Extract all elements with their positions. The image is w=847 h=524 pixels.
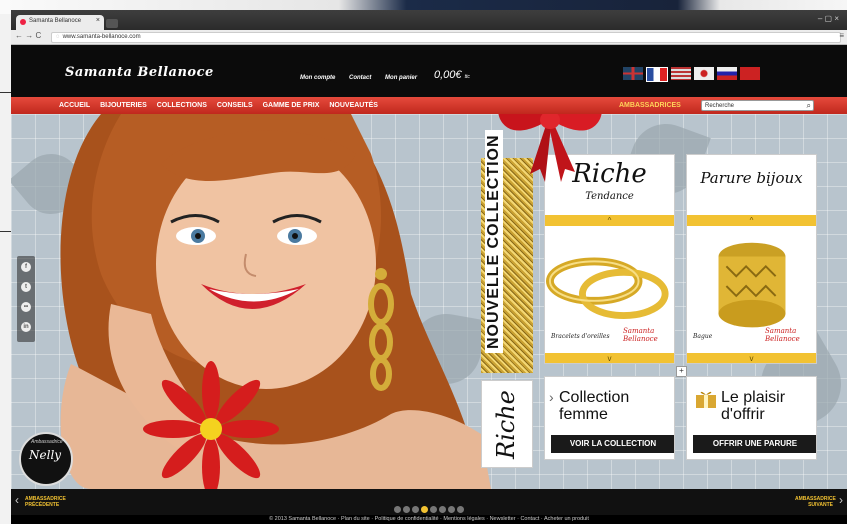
favicon-icon [20, 19, 26, 25]
voir-collection-button[interactable]: VOIR LA COLLECTION [551, 435, 674, 453]
slider-dot[interactable] [403, 506, 410, 513]
address-bar: ← → C ◌ www.samanta-bellanoce.com ≡ [11, 30, 847, 45]
designer-signature: Samanta Bellanoce [765, 327, 800, 343]
card-title: Collection femme [559, 389, 630, 423]
us-flag-icon[interactable] [671, 67, 691, 80]
nav-item-collections[interactable]: COLLECTIONS [157, 102, 207, 109]
nav-item-conseils[interactable]: CONSEILS [217, 102, 253, 109]
page-icon: ◌ [56, 34, 60, 40]
badge-label: Ambassadrice [31, 439, 63, 445]
slider-dot[interactable] [448, 506, 455, 513]
product-caption: Bague [693, 333, 713, 340]
account-links: Mon compte Contact Mon panier [300, 75, 429, 81]
search-placeholder: Recherche [705, 103, 735, 109]
designer-signature: Samanta Bellanoce [623, 327, 658, 343]
uk-flag-icon[interactable] [623, 67, 643, 80]
nav-item-bijouteries[interactable]: BIJOUTERIES [100, 102, 147, 109]
slider-dot[interactable] [412, 506, 419, 513]
next-arrow-icon[interactable]: › [839, 493, 843, 507]
nav-menu: ACCUEIL BIJOUTERIES COLLECTIONS CONSEILS… [59, 102, 386, 109]
card-riche-tendance[interactable]: Riche Tendance ^ Bracelets d'oreilles Sa… [544, 154, 675, 364]
site-header: Samanta Bellanoce Mon compte Contact Mon… [11, 45, 847, 97]
riche-vertical-label: Riche [492, 390, 520, 459]
site-logo[interactable]: Samanta Bellanoce [65, 65, 214, 80]
card-down-arrow[interactable]: v [687, 353, 816, 363]
search-icon[interactable]: ⌕ [807, 101, 811, 111]
jp-flag-icon[interactable] [694, 67, 714, 80]
website: Samanta Bellanoce Mon compte Contact Mon… [11, 45, 847, 515]
ambassador-badge[interactable]: Ambassadrice Nelly [19, 432, 73, 486]
nav-item-gamme-de-prix[interactable]: GAMME DE PRIX [263, 102, 320, 109]
card-down-arrow[interactable]: v [545, 353, 674, 363]
link-mon-panier[interactable]: Mon panier [385, 75, 417, 81]
fr-flag-icon[interactable] [646, 67, 668, 82]
nav-item-ambassadrices[interactable]: AMBASSADRICES [619, 102, 681, 109]
ambassador-slider: ‹ AMBASSADRICE PRÉCÉDENTE AMBASSADRICE S… [11, 489, 847, 515]
gift-icon [696, 391, 716, 408]
browser-window: Samanta Bellanoce × – ▢ × ← → C ◌ www.sam… [11, 10, 847, 524]
new-tab-button[interactable] [106, 19, 118, 28]
product-caption: Bracelets d'oreilles [551, 333, 610, 340]
url-text: www.samanta-bellanoce.com [62, 34, 141, 40]
main-nav: ACCUEIL BIJOUTERIES COLLECTIONS CONSEILS… [11, 97, 847, 114]
tab-close-icon[interactable]: × [96, 17, 100, 24]
slider-dot[interactable] [430, 506, 437, 513]
linkedin-icon[interactable]: in [21, 322, 31, 332]
site-footer[interactable]: © 2013 Samanta Bellanoce · Plan du site … [11, 515, 847, 524]
link-mon-compte[interactable]: Mon compte [300, 75, 335, 81]
nav-item-accueil[interactable]: ACCUEIL [59, 102, 90, 109]
prev-arrow-icon[interactable]: ‹ [15, 493, 19, 507]
card-subtitle: Tendance [585, 191, 634, 202]
card-title: Le plaisir d'offrir [721, 389, 786, 423]
language-flags [623, 67, 763, 85]
card-parure-bijoux[interactable]: Parure bijoux ^ Bague Samanta Bellanoce … [686, 154, 817, 364]
nav-buttons[interactable]: ← → C [15, 31, 41, 40]
search-input[interactable]: Recherche ⌕ [701, 100, 814, 111]
cart-suffix: ttc [464, 74, 470, 80]
twitter-icon[interactable]: t [21, 282, 31, 292]
ru-flag-icon[interactable] [717, 67, 737, 80]
link-contact[interactable]: Contact [349, 75, 371, 81]
model-photo [60, 114, 491, 489]
cart-total[interactable]: 0,00€ ttc [434, 69, 470, 81]
card-up-arrow[interactable]: ^ [545, 215, 674, 226]
offrir-parure-button[interactable]: OFFRIR UNE PARURE [693, 435, 816, 453]
slider-dot[interactable] [439, 506, 446, 513]
cn-flag-icon[interactable] [740, 67, 760, 80]
social-share-bar: f t •• in [17, 256, 35, 342]
cart-amount: 0,00€ [434, 69, 462, 81]
card-plaisir-offrir[interactable]: Le plaisir d'offrir OFFRIR UNE PARURE [686, 376, 817, 460]
slider-dot[interactable] [394, 506, 401, 513]
flickr-icon[interactable]: •• [21, 302, 31, 312]
browser-tab-bar: Samanta Bellanoce × – ▢ × [11, 10, 847, 30]
card-title: Parure bijoux [700, 169, 803, 187]
hero-banner: f t •• in Ambassadrice Nelly NOUVELLE CO… [11, 114, 847, 489]
slider-dots [394, 500, 466, 515]
card-up-arrow[interactable]: ^ [687, 215, 816, 226]
slider-dot[interactable] [457, 506, 464, 513]
red-ribbon-bow [498, 114, 602, 182]
window-controls[interactable]: – ▢ × [818, 14, 839, 23]
prev-ambassador-link[interactable]: AMBASSADRICE PRÉCÉDENTE [25, 496, 66, 508]
facebook-icon[interactable]: f [21, 262, 31, 272]
badge-signature: Nelly [29, 448, 62, 462]
nav-item-nouveautes[interactable]: NOUVEAUTÉS [329, 102, 378, 109]
riche-vertical-card[interactable]: Riche [481, 380, 533, 468]
browser-tab[interactable]: Samanta Bellanoce × [16, 15, 104, 30]
card-collection-femme[interactable]: › Collection femme VOIR LA COLLECTION [544, 376, 675, 460]
chevron-right-icon: › [549, 389, 554, 405]
tab-title: Samanta Bellanoce [29, 18, 82, 24]
new-collection-strip: NOUVELLE COLLECTION Riche [481, 130, 533, 468]
url-field[interactable]: ◌ www.samanta-bellanoce.com [51, 32, 841, 43]
next-ambassador-link[interactable]: AMBASSADRICE SUIVANTE [795, 496, 836, 508]
browser-menu-icon[interactable]: ≡ [839, 31, 844, 40]
slider-dot[interactable] [421, 506, 428, 513]
